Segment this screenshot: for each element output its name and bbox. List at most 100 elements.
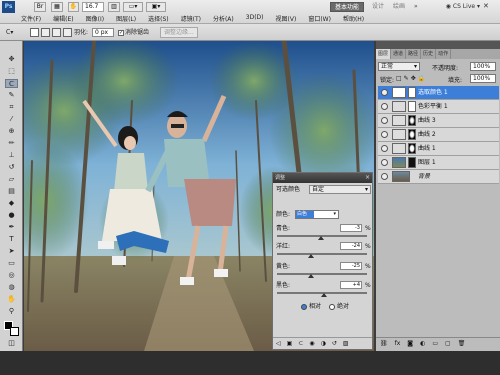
layer-row[interactable]: 曲线 2 [378,128,499,142]
pen-tool-icon[interactable]: ✒ [5,223,18,232]
history-brush-tool-icon[interactable]: ↺ [5,163,18,172]
delete-layer-icon[interactable]: 🗑 [458,340,466,347]
close-icon[interactable]: ✕ [483,2,489,10]
magenta-value[interactable]: -24 [340,242,362,250]
tab-paths[interactable]: 路径 [406,49,422,59]
lock-icons[interactable]: □✎✥🔒 [396,75,427,82]
workspace-painting-button[interactable]: 绘画 [389,2,409,12]
gradient-tool-icon[interactable]: ▤ [5,187,18,196]
eye-icon[interactable] [381,173,388,180]
add-mask-icon[interactable]: ◙ [407,340,413,347]
adjustments-title[interactable]: 调整 [273,173,372,183]
yellow-slider-thumb[interactable] [307,274,314,278]
move-tool-icon[interactable]: ✥ [5,55,18,64]
3d-orbit-tool-icon[interactable]: ◍ [5,283,18,292]
preset-select[interactable]: 自定 ▾ [309,185,371,194]
background-color-swatch[interactable] [10,327,19,336]
reset-icon[interactable]: ↺ [332,340,337,347]
black-slider[interactable] [277,292,367,297]
yellow-value[interactable]: -25 [340,262,362,270]
new-group-icon[interactable]: ▭ [432,340,438,347]
cs-live-button[interactable]: ◉ CS Live ▾ [446,2,480,12]
refine-edge-button[interactable]: 调整边缘... [160,27,198,38]
tab-layers[interactable]: 图层 [376,49,392,59]
return-icon[interactable]: ◁ [276,340,281,347]
previous-state-icon[interactable]: ◑ [321,340,326,347]
3d-rotate-tool-icon[interactable]: ◎ [5,271,18,280]
tab-actions[interactable]: 动作 [436,49,452,59]
clone-stamp-tool-icon[interactable]: ⊥ [5,151,18,160]
menu-help[interactable]: 帮助(H) [337,14,370,23]
black-value[interactable]: +4 [340,281,362,289]
blur-tool-icon[interactable]: ◆ [5,199,18,208]
zoom-field[interactable]: 16.7 [82,2,104,12]
eye-icon[interactable] [381,145,388,152]
arrange-documents-button[interactable]: ▭▾ [123,2,143,12]
layer-row[interactable]: 曲线 3 [378,114,499,128]
menu-layer[interactable]: 图层(L) [110,14,142,23]
healing-tool-icon[interactable]: ⊕ [5,127,18,136]
type-tool-icon[interactable]: T [5,235,18,244]
color-select[interactable]: 白色 ▾ [295,210,339,219]
visibility-icon[interactable]: ◉ [309,340,314,347]
yellow-slider[interactable] [277,273,367,278]
minibridge-button[interactable]: ▦ [51,2,63,12]
link-layers-icon[interactable]: ⛓ [380,340,388,347]
delete-adjustment-icon[interactable]: ▨ [343,340,349,347]
menu-filter[interactable]: 滤镜(T) [175,14,207,23]
lasso-tool-preset-icon[interactable]: ᑕ▾ [6,28,13,37]
lasso-tool-icon[interactable]: ᑕ [5,79,18,88]
layer-row[interactable]: 选取颜色 1 [378,86,499,100]
hand-tool-icon[interactable]: ✋ [5,295,18,304]
menu-analysis[interactable]: 分析(A) [207,14,240,23]
crop-tool-icon[interactable]: ⌗ [5,103,18,112]
tab-channels[interactable]: 通道 [391,49,407,59]
workspace-essentials-button[interactable]: 基本功能 [330,2,365,12]
absolute-radio[interactable] [329,304,335,310]
eye-icon[interactable] [381,103,388,110]
menu-image[interactable]: 图像(I) [80,14,110,23]
feather-input[interactable]: 0 px [92,28,114,37]
fill-input[interactable]: 100% [470,74,496,83]
workspace-design-button[interactable]: 设计 [368,2,388,12]
menu-view[interactable]: 视图(V) [270,14,303,23]
view-extras-button[interactable]: ▥ [108,2,120,12]
new-selection-icon[interactable] [30,28,39,37]
adjustment-layer-icon[interactable]: ◐ [420,340,425,347]
magenta-slider-thumb[interactable] [308,254,315,258]
eye-icon[interactable] [381,117,388,124]
shape-tool-icon[interactable]: ▭ [5,259,18,268]
relative-radio[interactable] [301,304,307,310]
path-select-tool-icon[interactable]: ➤ [5,247,18,256]
workspace-more-icon[interactable]: » [410,2,422,12]
layer-row[interactable]: 图层 1 [378,156,499,170]
brush-tool-icon[interactable]: ✏ [5,139,18,148]
bridge-button[interactable]: Br [34,2,46,12]
quick-select-tool-icon[interactable]: ✎ [5,91,18,100]
marquee-tool-icon[interactable]: ⬚ [5,67,18,76]
zoom-tool-icon[interactable]: ⚲ [5,307,18,316]
menu-select[interactable]: 选择(S) [142,14,175,23]
layer-style-icon[interactable]: fx [395,340,401,347]
expand-view-icon[interactable]: ▣ [287,340,293,347]
black-slider-thumb[interactable] [320,293,327,297]
eyedropper-tool-icon[interactable]: ⁄ [5,115,18,124]
menu-file[interactable]: 文件(F) [15,14,47,23]
add-selection-icon[interactable] [41,28,50,37]
intersect-selection-icon[interactable] [63,28,72,37]
layer-row[interactable]: 背景 [378,170,499,184]
clip-layer-icon[interactable]: ⊂ [298,340,303,347]
eye-icon[interactable] [381,89,388,96]
menu-edit[interactable]: 编辑(E) [47,14,79,23]
panel-close-icon[interactable]: × [365,173,370,183]
tab-history[interactable]: 历史 [421,49,437,59]
menu-window[interactable]: 窗口(W) [302,14,337,23]
antialias-checkbox[interactable]: ✓ [118,30,124,36]
menu-3d[interactable]: 3D(D) [240,14,270,23]
cyan-slider[interactable] [277,235,367,240]
layer-row[interactable]: 曲线 1 [378,142,499,156]
cyan-slider-thumb[interactable] [317,236,324,240]
layer-row[interactable]: 色彩平衡 1 [378,100,499,114]
hand-icon[interactable]: ✋ [68,2,79,12]
subtract-selection-icon[interactable] [52,28,61,37]
